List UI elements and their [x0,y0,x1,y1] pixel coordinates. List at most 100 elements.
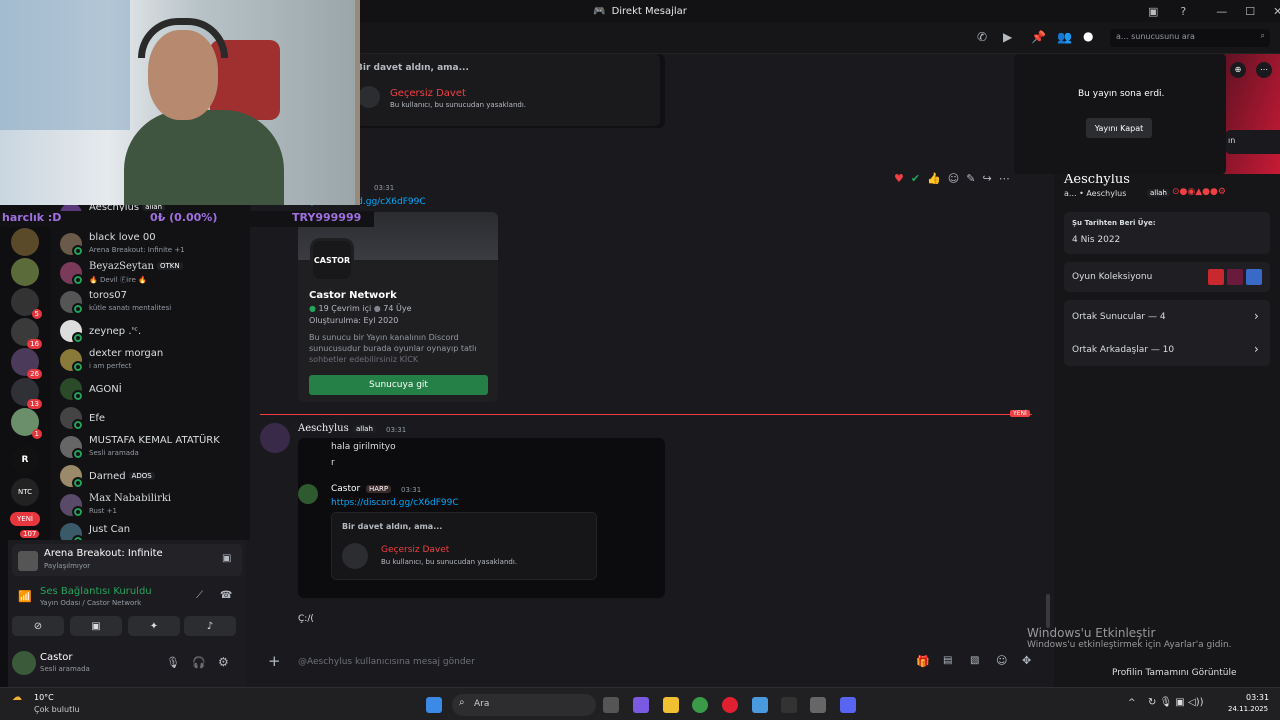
dm-item[interactable]: dexter morgan i am perfect [58,346,248,374]
task-view-icon[interactable] [603,697,619,713]
screen-share-button[interactable]: ▣ [70,616,122,636]
forward-icon[interactable]: ↪ [982,172,991,185]
noise-suppression-icon[interactable]: ⟋ [196,590,203,601]
mutual-friends-link[interactable]: Ortak Arkadaşlar — 10 [1072,345,1174,355]
voice-call-icon[interactable]: ✆ [977,30,987,44]
gif-icon[interactable]: ▤ [943,655,952,666]
close-stream-button[interactable]: Yayını Kapat [1086,118,1152,138]
message-actions: ♥ ✔ 👍 ☺ ✎ ↪ ⋯ [894,172,1010,185]
more-icon[interactable]: ⋯ [999,172,1010,185]
join-server-button[interactable]: Sunucuya git [309,375,488,395]
opera-icon[interactable] [722,697,738,713]
user-profile-icon[interactable]: ● [1083,29,1093,43]
add-friend-icon[interactable]: ⊕ [1230,62,1246,78]
avatar [60,291,84,315]
camera-button[interactable]: ⊘ [12,616,64,636]
message-input[interactable]: + @Aeschylus kullanıcısına mesaj gönder … [260,648,1038,678]
new-servers-badge[interactable]: YENİ [10,512,40,526]
server-icon[interactable] [11,228,39,256]
server-icon[interactable]: 1 [11,408,42,439]
search-input[interactable]: a... sunucusunu ara ⌕ [1110,29,1270,47]
minimize-button[interactable]: — [1216,5,1227,18]
thumbs-up-reaction-icon[interactable]: 👍 [927,172,941,185]
discord-logo-icon: 🎮 [593,5,606,17]
settings-gear-icon[interactable]: ⚙ [218,655,229,669]
avatar [60,320,84,344]
server-icon[interactable]: NTC [11,478,39,506]
dm-item[interactable]: MUSTAFA KEMAL ATATÜRK Sesli aramada [58,433,248,461]
server-icon[interactable]: 13 [11,378,42,409]
taskbar-search[interactable]: ⌕ Ara [452,694,596,716]
server-invite-embed: CASTOR Castor Network ● 19 Çevrim içi ● … [298,212,498,402]
dm-item[interactable]: black love 00 Arena Breakout: Infinite +1 [58,230,248,258]
tray-chevron-icon[interactable]: ^ [1128,698,1136,708]
dm-item[interactable]: zeynep .'ᶜ. [58,317,248,345]
invite-link[interactable]: https://discord.gg/cX6dF99C [331,498,459,508]
server-icon[interactable]: 16 [11,318,42,349]
server-icon[interactable]: 26 [11,348,42,379]
apps-icon[interactable]: ✥ [1022,654,1031,667]
activity-card: Arena Breakout: Infinite Paylaşılmıyor ▣ [12,544,242,576]
headphones-icon[interactable]: 🎧 [192,656,206,669]
avatar [60,262,84,286]
webcam-overlay [0,0,360,205]
stream-ticker: harclık :D 0₺ (0.00%) TRY999999 [0,211,374,227]
activation-watermark: Windows'u Etkinleştir Windows'u etkinleş… [1027,626,1232,650]
message-author[interactable]: Aeschylus [298,423,349,434]
check-reaction-icon[interactable]: ✔ [911,172,920,185]
dm-item[interactable]: Max Nababilirki Rust +1 [58,491,248,519]
discord-window: 🎮 Direkt Mesajlar ▣ ? — ☐ ✕ ✆ ▶ 📌 👥 ● a.… [0,0,1280,720]
add-friend-icon[interactable]: 👥 [1057,30,1072,44]
disconnect-icon[interactable]: ☎ [220,590,232,601]
discord-taskbar-icon[interactable] [840,697,856,713]
stream-side-button[interactable]: ın [1226,130,1280,154]
chrome-icon[interactable] [692,697,708,713]
windows-start-icon[interactable] [426,697,442,713]
mutual-servers-link[interactable]: Ortak Sunucular — 4 [1072,312,1166,322]
heart-reaction-icon[interactable]: ♥ [894,172,904,185]
file-explorer-icon[interactable] [663,697,679,713]
soundboard-button[interactable]: ♪ [184,616,236,636]
microphone-icon[interactable]: 🎙 [166,656,180,669]
server-icon[interactable]: R [11,446,39,474]
gift-icon[interactable]: 🎁 [916,655,930,668]
server-icon[interactable] [11,258,39,286]
avatar[interactable] [260,423,290,453]
edit-icon[interactable]: ✎ [966,172,975,185]
server-icon[interactable]: 5 [11,288,42,319]
avatar[interactable] [12,651,36,675]
add-reaction-icon[interactable]: ☺ [948,172,959,185]
view-full-profile-link[interactable]: Profilin Tamamını Görüntüle [1112,668,1237,678]
video-call-icon[interactable]: ▶ [1003,30,1012,44]
dm-item[interactable]: Efe [58,404,248,432]
attach-plus-icon[interactable]: + [268,652,281,670]
help-icon[interactable]: ? [1180,5,1186,18]
maximize-button[interactable]: ☐ [1245,5,1255,18]
window-controls: ▣ ? — ☐ ✕ [1148,0,1280,22]
scrollbar[interactable] [1046,594,1050,628]
dm-item[interactable]: toros07 kütle sanatı mentalitesi [58,288,248,316]
avatar [298,484,318,504]
dm-item[interactable]: AGONİ [58,375,248,403]
more-icon[interactable]: ⋯ [1256,62,1272,78]
copilot-icon[interactable] [633,697,649,713]
user-panel: Arena Breakout: Infinite Paylaşılmıyor ▣… [8,540,246,687]
emoji-icon[interactable]: ☺ [996,654,1007,667]
badges-icon: ⊙●◉▲●●⚙ [1172,187,1226,197]
activities-button[interactable]: ✦ [128,616,180,636]
dm-item[interactable]: Darned ADOS [58,462,248,490]
pinned-icon[interactable]: 📌 [1031,30,1046,44]
voice-status[interactable]: Ses Bağlantısı Kuruldu [40,586,152,597]
inbox-icon[interactable]: ▣ [1148,5,1158,18]
app-icon[interactable] [810,697,826,713]
window-title: Direkt Mesajlar [611,5,687,17]
app-icon[interactable] [781,697,797,713]
dm-item[interactable]: BeyazSeytan OTKN 🔥 Devil Ⓕire 🔥 [58,259,248,287]
close-button[interactable]: ✕ [1273,5,1280,18]
app-icon[interactable] [752,697,768,713]
stream-icon[interactable]: ▣ [222,553,231,564]
avatar [60,349,84,373]
message-block: hala girilmityo r Castor HARP 03:31 http… [298,438,665,598]
sticker-icon[interactable]: ▧ [970,655,979,666]
game-collection[interactable]: Oyun Koleksiyonu [1064,262,1270,292]
